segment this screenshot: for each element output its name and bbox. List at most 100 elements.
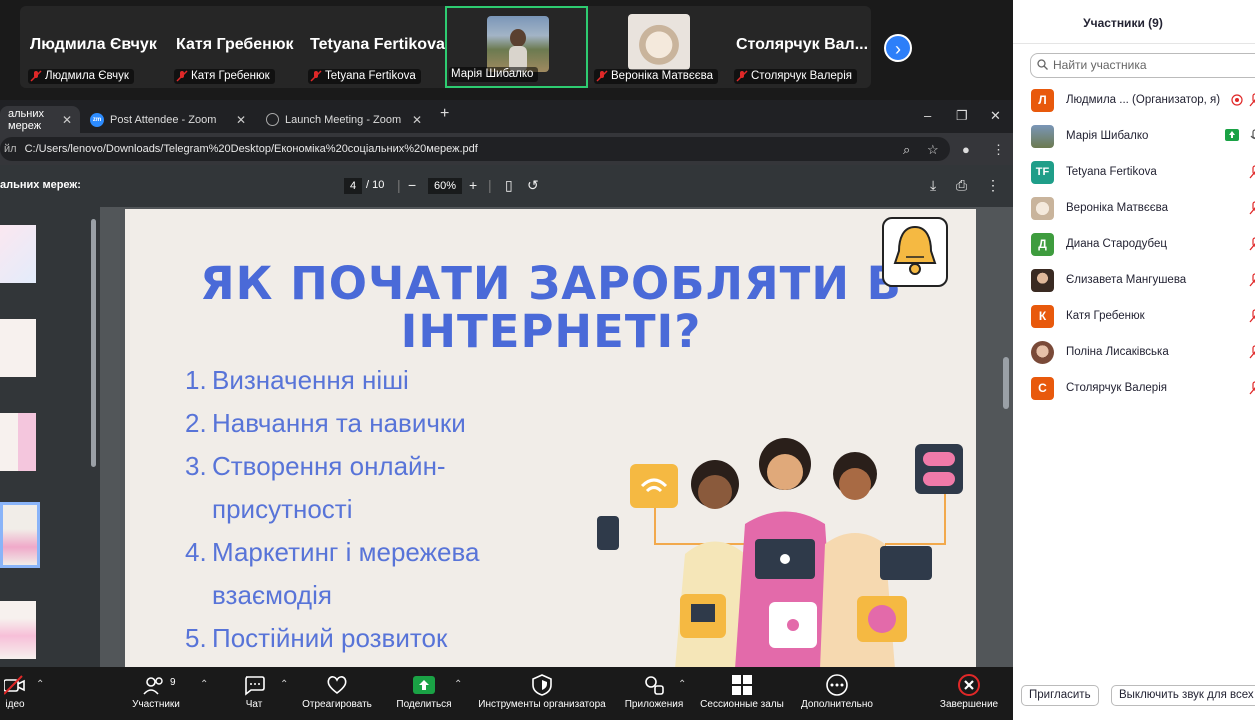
mic-off-icon[interactable] (1249, 165, 1255, 179)
avatar (1031, 196, 1054, 220)
tab-pdf[interactable]: альних мереж ✕ (0, 106, 80, 133)
chevron-up-icon[interactable]: ⌃ (200, 679, 208, 690)
mute-all-button[interactable]: Выключить звук для всех (1111, 685, 1255, 706)
page-number-input[interactable]: 4 (344, 178, 362, 194)
tab-launch-meeting[interactable]: Launch Meeting - Zoom ✕ (258, 106, 430, 133)
pdf-toolbar: альних мереж: 4 / 10 | − 60% + | ▯ ↺ ⤓ ⎙… (0, 165, 1013, 207)
bookmark-star-icon[interactable]: ☆ (927, 142, 939, 158)
video-tile[interactable]: Tetyana Fertikova Tetyana Fertikova (302, 6, 445, 88)
chevron-up-icon[interactable]: ⌃ (678, 679, 686, 690)
page-thumbnail[interactable] (0, 225, 36, 283)
tile-name-label: Катя Гребенюк (174, 69, 275, 84)
video-tile-active-speaker[interactable]: Марія Шибалко (445, 6, 588, 88)
page-scrollbar[interactable] (1003, 357, 1009, 409)
video-button[interactable]: ідео (0, 667, 30, 720)
fit-page-icon[interactable]: ▯ (505, 177, 513, 194)
end-label: Завершение (939, 699, 999, 710)
page-total: / 10 (366, 179, 385, 191)
react-button[interactable]: Отреагировать (298, 667, 376, 720)
mic-off-icon (310, 70, 322, 82)
mic-off-icon[interactable] (1249, 381, 1255, 395)
participant-name: Катя Гребенюк (1066, 310, 1145, 322)
participant-row[interactable]: С Столярчук Валерія (1031, 374, 1255, 402)
avatar (1031, 340, 1054, 364)
zoom-out-button[interactable]: − (408, 177, 416, 193)
zoom-search-icon[interactable]: ⌕ (903, 142, 910, 158)
more-label: Дополнительно (801, 699, 873, 710)
video-tile[interactable]: Катя Гребенюк Катя Гребенюк (168, 6, 308, 88)
tile-small-name: Марія Шибалко (451, 68, 534, 80)
mic-off-icon[interactable] (1249, 237, 1255, 251)
mic-icon[interactable] (1249, 129, 1255, 143)
chat-icon (245, 676, 265, 696)
participant-row[interactable]: Єлизавета Мангушева (1031, 266, 1255, 294)
mic-off-icon[interactable] (1249, 201, 1255, 215)
url-field[interactable]: йл C:/Users/lenovo/Downloads/Telegram%20D… (0, 137, 950, 161)
slide-title-line1: ЯК ПОЧАТИ ЗАРОБЛЯТИ В (200, 257, 902, 310)
mic-off-icon[interactable] (1249, 309, 1255, 323)
item-text: Постійний розвиток (212, 623, 448, 653)
profile-icon[interactable]: ● (962, 142, 970, 157)
breakout-rooms-button[interactable]: Сессионные залы (697, 667, 787, 720)
mic-off-icon[interactable] (1249, 273, 1255, 287)
more-options-icon[interactable]: ⋮ (986, 177, 1000, 194)
mic-off-icon (736, 70, 748, 82)
participant-row[interactable]: TF Tetyana Fertikova (1031, 158, 1255, 186)
new-tab-button[interactable]: + (440, 105, 449, 123)
chat-button[interactable]: Чат (238, 667, 270, 720)
video-strip: Людмила Євчук Людмила Євчук Катя Гребеню… (0, 0, 1013, 94)
participants-button[interactable]: Участники (125, 667, 187, 720)
search-input[interactable]: Найти участника (1030, 53, 1255, 78)
page-thumbnail[interactable] (0, 413, 36, 471)
page-thumbnail[interactable] (0, 319, 36, 377)
participant-row[interactable]: Д Диана Стародубец (1031, 230, 1255, 258)
list-item: 4. Маркетинг і мережева взаємодія (185, 531, 479, 617)
tile-big-name: Столярчук Вал... (736, 36, 869, 53)
chevron-up-icon[interactable]: ⌃ (36, 679, 44, 690)
host-tools-button[interactable]: Инструменты организатора (472, 667, 612, 720)
zoom-input[interactable]: 60% (428, 178, 462, 194)
item-number: 1. (185, 365, 207, 395)
close-icon[interactable]: ✕ (412, 113, 422, 127)
menu-dots-icon[interactable]: ⋮ (992, 142, 1005, 158)
participant-row[interactable]: Л Людмила ... (Организатор, я) (1031, 86, 1255, 114)
minimize-button[interactable]: – (924, 108, 931, 123)
host-tools-label: Инструменты организатора (478, 699, 606, 710)
list-item: 5. Постійний розвиток (185, 617, 479, 660)
divider: | (397, 177, 401, 193)
participant-row[interactable]: Вероніка Матвєєва (1031, 194, 1255, 222)
mic-off-icon[interactable] (1249, 345, 1255, 359)
more-button[interactable]: Дополнительно (795, 667, 879, 720)
video-tile[interactable]: Вероніка Матвєєва (588, 6, 728, 88)
close-icon[interactable]: ✕ (236, 113, 246, 127)
end-meeting-button[interactable]: Завершение (934, 667, 1004, 720)
tab-post-attendee[interactable]: zm Post Attendee - Zoom ✕ (82, 106, 254, 133)
download-icon[interactable]: ⤓ (930, 177, 936, 194)
rotate-icon[interactable]: ↺ (527, 177, 539, 194)
video-tile[interactable]: Столярчук Вал... Столярчук Валерія (728, 6, 871, 88)
close-icon[interactable]: ✕ (62, 113, 72, 127)
item-number: 5. (185, 623, 207, 653)
chevron-up-icon[interactable]: ⌃ (280, 679, 288, 690)
share-button[interactable]: Поделиться (392, 667, 456, 720)
print-icon[interactable]: ⎙ (956, 177, 967, 194)
tile-small-name: Столярчук Валерія (751, 70, 852, 82)
participant-row[interactable]: Марія Шибалко (1031, 122, 1255, 150)
apps-button[interactable]: Приложения (620, 667, 688, 720)
item-text-cont: присутності (212, 494, 353, 524)
invite-button[interactable]: Пригласить (1021, 685, 1099, 706)
participant-row[interactable]: К Катя Гребенюк (1031, 302, 1255, 330)
page-thumbnail[interactable] (0, 601, 36, 659)
mic-off-icon[interactable] (1249, 93, 1255, 107)
thumbnail-scrollbar[interactable] (91, 219, 96, 467)
chevron-up-icon[interactable]: ⌃ (454, 679, 462, 690)
restore-button[interactable]: ❐ (956, 108, 968, 124)
next-page-button[interactable]: › (884, 34, 912, 62)
item-number: 2. (185, 408, 207, 438)
participant-row[interactable]: Поліна Лисаківська (1031, 338, 1255, 366)
close-window-button[interactable]: ✕ (990, 108, 1001, 124)
participants-panel: Участники (9) Найти участника Л Людмила … (1013, 0, 1255, 720)
video-tile[interactable]: Людмила Євчук Людмила Євчук (22, 6, 162, 88)
page-thumbnail-selected[interactable] (0, 502, 40, 568)
zoom-in-button[interactable]: + (469, 177, 477, 193)
